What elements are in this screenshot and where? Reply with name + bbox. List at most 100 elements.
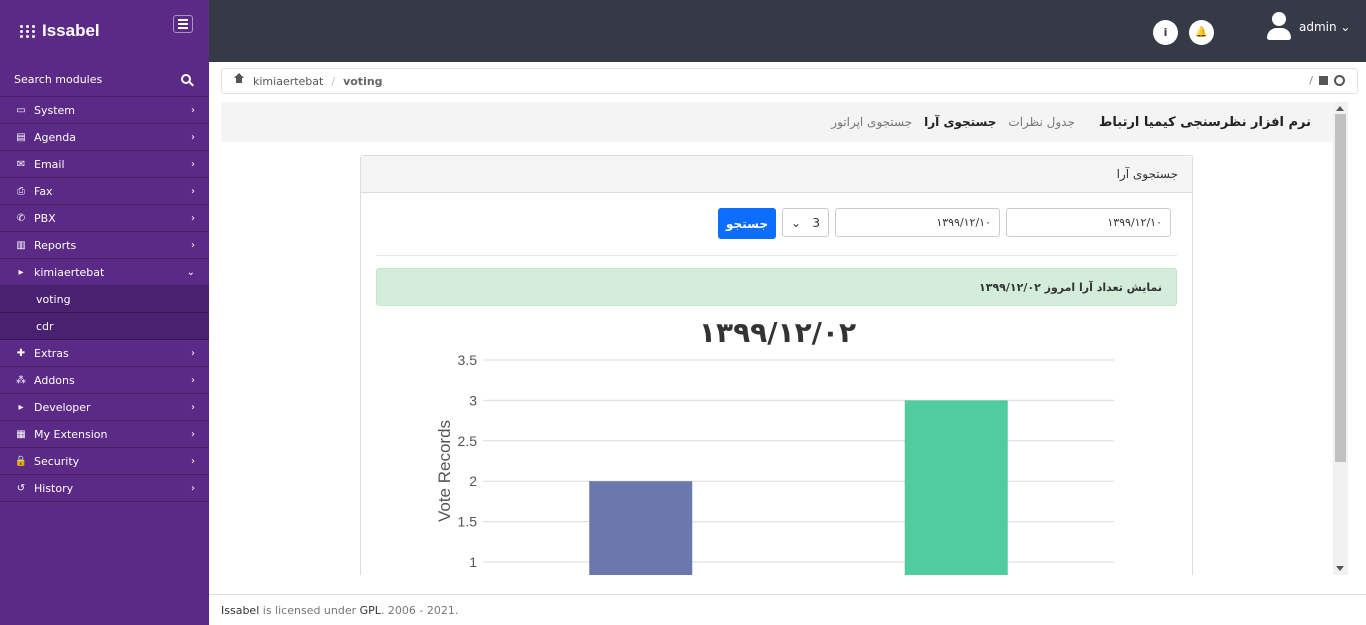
count-select-value: 3 bbox=[812, 215, 820, 230]
sidebar-item-label: Fax bbox=[34, 184, 53, 198]
panel-title: جستجوی آرا bbox=[361, 156, 1192, 193]
breadcrumb-module[interactable]: kimiaertebat bbox=[253, 75, 323, 88]
info-alert: نمایش تعداد آرا امروز ۱۳۹۹/۱۲/۰۲ bbox=[376, 268, 1177, 306]
sidebar-item-label: History bbox=[34, 481, 74, 495]
tab-search-votes[interactable]: جستجوی آرا bbox=[924, 115, 996, 129]
issabel-logo-icon bbox=[20, 24, 36, 38]
chevron-right-icon: › bbox=[191, 428, 195, 440]
brand-name[interactable]: Issabel bbox=[42, 21, 100, 41]
sidebar-item-developer[interactable]: ▸ Developer › bbox=[0, 394, 209, 421]
breadcrumb-current: voting bbox=[343, 74, 383, 88]
main-content: نرم افزار نظرسنجی کیمیا ارتباط جدول نظرا… bbox=[221, 102, 1333, 575]
user-menu[interactable]: admin ⌄ bbox=[1299, 20, 1350, 34]
footer-text-end: . 2006 - 2021. bbox=[380, 603, 459, 617]
vote-chart: 3.5 3 2.5 2 1.5 1 Vote Records bbox=[435, 352, 1114, 575]
sidebar-item-label: kimiaertebat bbox=[34, 265, 105, 279]
chevron-right-icon: › bbox=[191, 131, 195, 143]
plus-icon: ✚ bbox=[16, 347, 26, 359]
sidebar-item-label: System bbox=[34, 103, 76, 117]
book-icon: ▤ bbox=[16, 131, 26, 143]
sidebar-item-label: Extras bbox=[34, 346, 69, 360]
building-icon: ▦ bbox=[16, 428, 26, 440]
y-tick-label: 2 bbox=[469, 473, 477, 489]
sidebar-item-email[interactable]: ✉ Email › bbox=[0, 151, 209, 178]
laptop-icon: ▭ bbox=[16, 104, 26, 116]
chevron-right-icon: › bbox=[191, 239, 195, 251]
cubes-icon: ⁂ bbox=[16, 374, 26, 386]
envelope-icon: ✉ bbox=[16, 158, 26, 170]
bell-icon[interactable]: 🔔 bbox=[1189, 20, 1214, 45]
y-tick-label: 1 bbox=[469, 554, 477, 570]
avatar[interactable] bbox=[1267, 12, 1291, 40]
sidebar-item-label: My Extension bbox=[34, 427, 108, 441]
sidebar-item-addons[interactable]: ⁂ Addons › bbox=[0, 367, 209, 394]
chart-title: ۱۳۹۹/۱۲/۰۲ bbox=[698, 316, 857, 349]
y-tick-label: 3.5 bbox=[458, 352, 478, 368]
sidebar-item-history[interactable]: ↺ History › bbox=[0, 475, 209, 502]
info-icon[interactable]: i bbox=[1153, 20, 1178, 45]
count-select[interactable]: ⌄ 3 bbox=[782, 208, 829, 237]
brand: Issabel bbox=[0, 0, 209, 62]
printer-icon: ⎙ bbox=[17, 185, 25, 197]
divider bbox=[376, 255, 1177, 256]
sidebar-item-reports[interactable]: ▥ Reports › bbox=[0, 232, 209, 259]
y-tick-label: 2.5 bbox=[458, 433, 478, 449]
bookmark-icon[interactable] bbox=[1319, 76, 1328, 85]
bar-2[interactable] bbox=[904, 400, 1008, 575]
tab-search-operator[interactable]: جستجوی اپراتور bbox=[831, 115, 912, 129]
date-from-field[interactable]: ۱۳۹۹/۱۲/۱۰ bbox=[1006, 208, 1171, 237]
breadcrumb-separator: / bbox=[331, 74, 336, 88]
search-icon[interactable] bbox=[181, 74, 191, 84]
breadcrumb-tools: / bbox=[1309, 74, 1345, 87]
sidebar-subitem-cdr[interactable]: cdr bbox=[0, 313, 209, 340]
sidebar-item-fax[interactable]: ⎙ Fax › bbox=[0, 178, 209, 205]
globe-icon[interactable] bbox=[1334, 75, 1345, 86]
chevron-right-icon: › bbox=[191, 347, 195, 359]
footer-license[interactable]: GPL bbox=[360, 604, 381, 617]
chevron-right-icon: › bbox=[191, 374, 195, 386]
y-axis-label: Vote Records bbox=[435, 420, 454, 522]
scroll-up-icon[interactable] bbox=[1336, 106, 1344, 111]
sidebar-subitem-voting[interactable]: voting bbox=[0, 286, 209, 313]
scroll-down-icon[interactable] bbox=[1336, 566, 1344, 571]
chevron-right-icon: › bbox=[191, 482, 195, 494]
menu-toggle-button[interactable] bbox=[173, 15, 193, 33]
search-panel: جستجوی آرا جستجو ⌄ 3 ۱۳۹۹/۱۲/۱۰ ۱۳۹۹/۱۲/… bbox=[360, 155, 1193, 575]
sidebar-item-extras[interactable]: ✚ Extras › bbox=[0, 340, 209, 367]
y-tick-label: 3 bbox=[469, 392, 477, 408]
module-title: نرم افزار نظرسنجی کیمیا ارتباط bbox=[1098, 114, 1311, 130]
caret-right-icon: ▸ bbox=[18, 401, 24, 413]
date-to-field[interactable]: ۱۳۹۹/۱۲/۱۰ bbox=[835, 208, 1000, 237]
bar-1[interactable] bbox=[589, 481, 693, 575]
chevron-right-icon: › bbox=[191, 104, 195, 116]
sidebar-item-pbx[interactable]: ✆ PBX › bbox=[0, 205, 209, 232]
sidebar-item-label: PBX bbox=[34, 211, 56, 225]
sidebar-item-label: Reports bbox=[34, 238, 77, 252]
sidebar-item-security[interactable]: 🔒 Security › bbox=[0, 448, 209, 475]
sidebar-item-agenda[interactable]: ▤ Agenda › bbox=[0, 124, 209, 151]
sidebar-item-my-extension[interactable]: ▦ My Extension › bbox=[0, 421, 209, 448]
caret-right-icon: ▸ bbox=[18, 266, 24, 278]
search-modules-label: Search modules bbox=[14, 72, 103, 86]
search-modules[interactable]: Search modules bbox=[0, 62, 209, 97]
search-form: جستجو ⌄ 3 ۱۳۹۹/۱۲/۱۰ ۱۳۹۹/۱۲/۱۰ bbox=[718, 208, 1171, 239]
home-icon[interactable] bbox=[234, 73, 244, 85]
lock-icon: 🔒 bbox=[14, 455, 28, 467]
sidebar-item-kimiaertebat[interactable]: ▸ kimiaertebat ⌄ bbox=[0, 259, 209, 286]
search-button[interactable]: جستجو bbox=[718, 208, 776, 239]
chevron-right-icon: › bbox=[191, 455, 195, 467]
sidebar-item-system[interactable]: ▭ System › bbox=[0, 97, 209, 124]
tab-votes-table[interactable]: جدول نظرات bbox=[1008, 115, 1074, 129]
sidebar-menu: ▭ System › ▤ Agenda › ✉ Email › ⎙ Fax › … bbox=[0, 97, 209, 502]
history-icon: ↺ bbox=[16, 482, 26, 494]
bar-chart-icon: ▥ bbox=[16, 239, 26, 251]
breadcrumb-tools-separator: / bbox=[1309, 74, 1313, 87]
footer-brand[interactable]: Issabel bbox=[221, 604, 259, 617]
footer: Issabel is licensed under GPL . 2006 - 2… bbox=[209, 594, 1366, 625]
footer-text: is licensed under bbox=[259, 603, 360, 617]
topbar: i 🔔 admin ⌄ bbox=[209, 0, 1366, 62]
scroll-thumb[interactable] bbox=[1335, 114, 1346, 462]
module-header: نرم افزار نظرسنجی کیمیا ارتباط جدول نظرا… bbox=[221, 102, 1333, 142]
scrollbar[interactable] bbox=[1333, 102, 1348, 575]
sidebar-item-label: Agenda bbox=[34, 130, 76, 144]
